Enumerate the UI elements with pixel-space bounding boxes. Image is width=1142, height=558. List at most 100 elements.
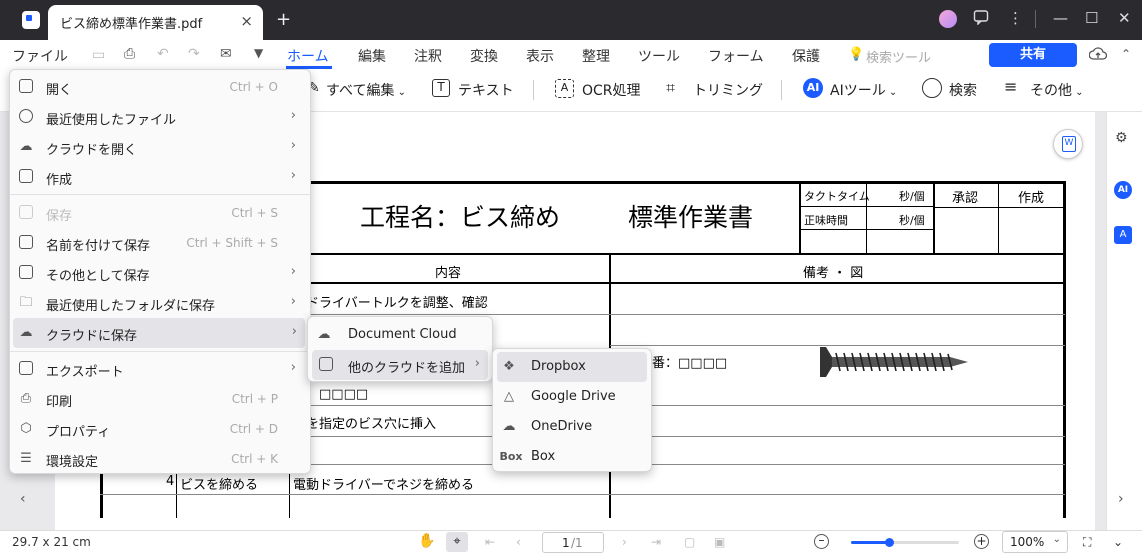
hand-tool-icon[interactable]: ✋ xyxy=(418,533,435,549)
more-button[interactable]: その他 ⌄ xyxy=(1030,80,1084,100)
menu-item-label: Google Drive xyxy=(531,389,616,404)
step4-desc: 電動ドライバーでネジを締める xyxy=(293,478,474,493)
search-icon[interactable] xyxy=(922,78,942,98)
translate-icon: W xyxy=(1062,136,1076,152)
menu-comment[interactable]: 注釈 xyxy=(414,46,442,66)
menu-item-print[interactable]: ⎙ 印刷 Ctrl + P xyxy=(10,384,310,414)
fit-page-icon: ▣ xyxy=(714,535,726,549)
crop-icon[interactable]: ⌗ xyxy=(666,78,675,98)
fullscreen-icon[interactable]: ⛶ xyxy=(1083,535,1091,550)
menu-item-create[interactable]: 作成 › xyxy=(10,162,310,192)
zoom-in-icon[interactable]: + xyxy=(974,534,989,549)
close-window-button[interactable]: ✕ xyxy=(1118,9,1131,27)
view-settings-icon[interactable]: ⌄ xyxy=(1113,535,1123,549)
folder-icon: 🗀 xyxy=(19,295,33,310)
menu-item-save-as-other[interactable]: その他として保存 › xyxy=(10,258,310,288)
ai-icon[interactable]: AI xyxy=(803,78,823,98)
cloud-upload-icon[interactable] xyxy=(1088,45,1108,67)
menu-view[interactable]: 表示 xyxy=(526,46,554,66)
zoom-slider-thumb[interactable] xyxy=(885,538,894,547)
menu-file[interactable]: ファイル xyxy=(12,46,68,66)
app-logo-icon[interactable] xyxy=(22,11,40,29)
menu-item-open-cloud[interactable]: ☁ クラウドを開く › xyxy=(10,132,310,162)
menu-convert[interactable]: 変換 xyxy=(470,46,498,66)
text-button[interactable]: テキスト xyxy=(458,80,514,100)
menu-edit[interactable]: 編集 xyxy=(358,46,386,66)
menu-item-google-drive[interactable]: △ Google Drive xyxy=(493,382,651,412)
menu-protect[interactable]: 保護 xyxy=(792,46,820,66)
menu-item-document-cloud[interactable]: ☁ Document Cloud xyxy=(308,320,492,350)
menu-item-label: OneDrive xyxy=(531,419,593,434)
document-tab[interactable]: ビス締め標準作業書.pdf × xyxy=(48,5,263,40)
next-page-arrow-icon[interactable]: › xyxy=(1118,491,1124,507)
share-button[interactable]: 共有 xyxy=(989,43,1077,67)
ocr-button[interactable]: OCR処理 xyxy=(582,80,641,100)
zoom-slider[interactable] xyxy=(851,538,959,547)
menu-item-dropbox[interactable]: ❖ Dropbox xyxy=(497,352,647,382)
chevron-right-icon: › xyxy=(290,168,296,183)
menu-item-open[interactable]: 開く Ctrl + O xyxy=(10,72,310,102)
menu-item-onedrive[interactable]: ☁ OneDrive xyxy=(493,412,651,442)
table-line xyxy=(934,207,1065,208)
menu-item-save-recent-folder[interactable]: 🗀 最近使用したフォルダに保存 › xyxy=(10,288,310,318)
prev-page-arrow-icon[interactable]: ‹ xyxy=(20,491,26,507)
add-cloud-icon xyxy=(318,357,334,373)
select-tool-icon[interactable]: ⌖ xyxy=(446,532,468,552)
crop-button[interactable]: トリミング xyxy=(693,80,763,100)
zoom-level-select[interactable]: 100% ⌄ xyxy=(1002,531,1068,553)
table-line xyxy=(799,181,801,254)
feedback-icon[interactable] xyxy=(973,9,989,29)
menu-item-box[interactable]: Box Box xyxy=(493,442,651,472)
menu-item-recent-files[interactable]: 最近使用したファイル › xyxy=(10,102,310,132)
menu-tools[interactable]: ツール xyxy=(638,46,680,66)
menu-item-save-as[interactable]: 名前を付けて保存 Ctrl + Shift + S xyxy=(10,228,310,258)
menu-item-save-to-cloud[interactable]: ☁ クラウドに保存 › xyxy=(13,318,305,348)
menu-home[interactable]: ホーム xyxy=(287,46,329,66)
tab-close-icon[interactable]: × xyxy=(240,12,253,30)
ocr-icon[interactable]: A xyxy=(555,79,574,98)
edit-all-button[interactable]: すべて編集 ⌄ xyxy=(326,80,406,100)
takt-time-label: タクトタイム xyxy=(804,190,870,203)
zoom-out-icon[interactable]: – xyxy=(814,534,829,549)
translate-floating-button[interactable]: W xyxy=(1053,129,1083,159)
undo-icon: ↶ xyxy=(157,46,169,62)
table-line xyxy=(933,181,935,254)
user-avatar[interactable] xyxy=(939,10,957,28)
doc-title-left: 工程名：ビス締め xyxy=(360,203,561,232)
google-drive-icon: △ xyxy=(504,389,514,404)
mail-icon[interactable]: ✉ xyxy=(220,46,232,62)
collapse-ribbon-icon[interactable]: ⌃ xyxy=(1121,47,1131,61)
maximize-button[interactable]: ☐ xyxy=(1085,9,1098,27)
menu-item-properties[interactable]: ⬡ プロパティ Ctrl + D xyxy=(10,414,310,444)
table-line xyxy=(800,206,933,207)
more-menu-icon[interactable]: ≡ xyxy=(1004,77,1017,96)
translate-panel-icon[interactable]: A xyxy=(1114,226,1132,244)
menu-item-label: Box xyxy=(531,449,556,464)
create-icon xyxy=(18,169,34,185)
text-icon[interactable]: T xyxy=(432,79,450,97)
menu-form[interactable]: フォーム xyxy=(708,46,764,66)
menu-item-add-other-cloud[interactable]: 他のクラウドを追加 › xyxy=(312,350,488,380)
more-options-icon[interactable]: ⋮ xyxy=(1008,9,1023,27)
chevron-right-icon: › xyxy=(474,356,480,371)
print-icon: ⎙ xyxy=(20,391,32,406)
search-button[interactable]: 検索 xyxy=(949,80,977,100)
menu-item-preferences[interactable]: ☰ 環境設定 Ctrl + K xyxy=(10,444,310,474)
menu-item-export[interactable]: エクスポート › xyxy=(10,354,310,384)
print-quick-icon[interactable]: ⎙ xyxy=(124,46,135,62)
table-line xyxy=(610,436,1065,437)
properties-panel-icon[interactable]: ⚙ xyxy=(1115,130,1128,146)
minimize-button[interactable]: — xyxy=(1053,9,1068,27)
menu-item-label: 作成 xyxy=(46,173,73,188)
ai-panel-icon[interactable]: AI xyxy=(1114,181,1132,199)
part-number-note: 番：□□□□ xyxy=(652,356,728,371)
menu-organize[interactable]: 整理 xyxy=(582,46,610,66)
quick-access-dropdown-icon[interactable]: ▼ xyxy=(254,46,263,60)
page-number-input[interactable]: 1 /1 xyxy=(542,532,604,553)
bulb-icon: 💡 xyxy=(848,47,865,62)
settings-sliders-icon: ☰ xyxy=(20,451,32,466)
approve-label: 承認 xyxy=(952,191,979,206)
new-tab-button[interactable]: + xyxy=(276,9,291,30)
step1-desc: 動ドライバートルクを調整、確認 xyxy=(293,296,488,311)
ai-tools-button[interactable]: AIツール ⌄ xyxy=(830,80,897,100)
